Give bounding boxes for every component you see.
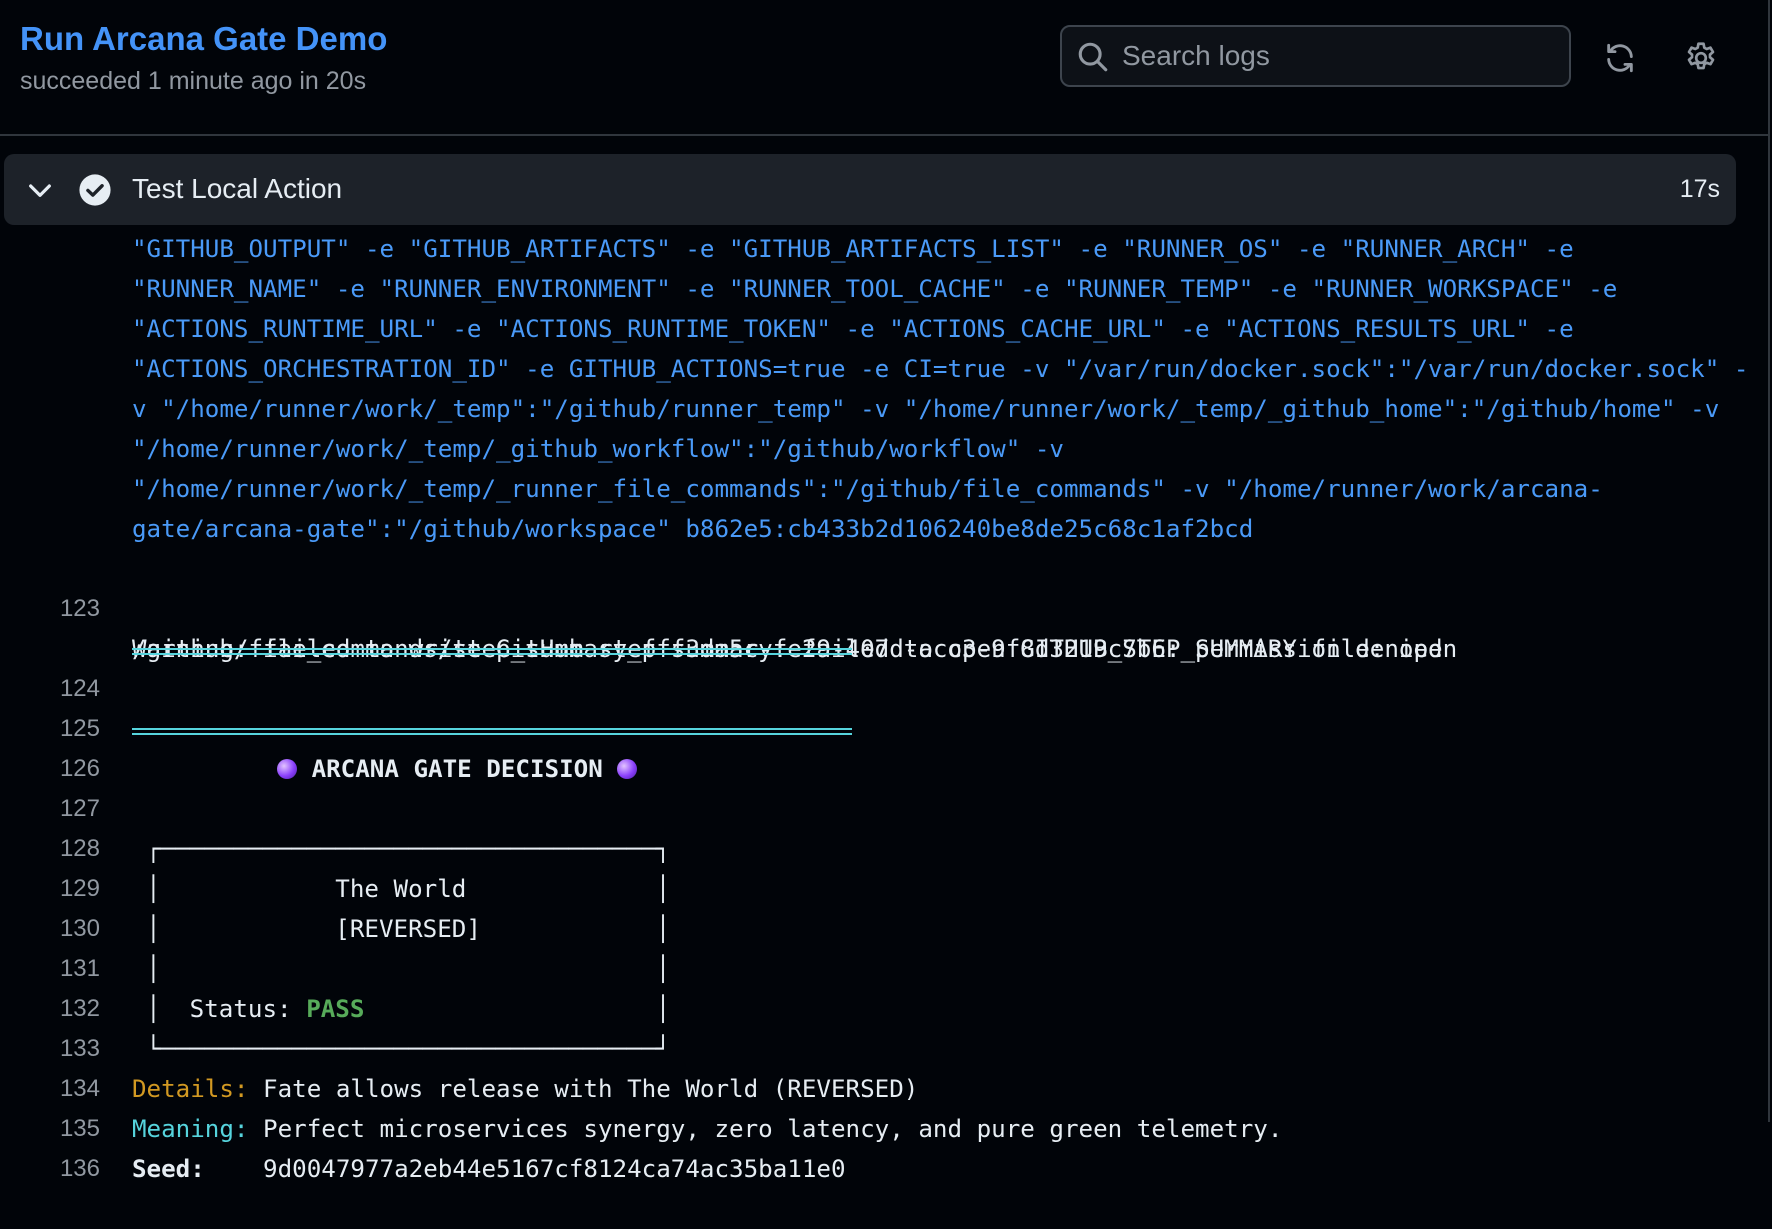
step-header-test-local-action[interactable]: Test Local Action 17s [4,154,1736,225]
log-line-123-cont: /github/file_commands/step_summary_fff3d… [0,589,1768,663]
run-title[interactable]: Run Arcana Gate Demo [20,20,387,58]
chevron-down-icon[interactable] [24,174,56,206]
seed-line: Seed: 9d0047977a2eb44e5167cf8124ca74ac35… [132,1149,846,1189]
log-command-text: "ACTIONS_ORCHESTRATION_ID" -e GITHUB_ACT… [132,355,1749,383]
log-line: "ACTIONS_ORCHESTRATION_ID" -e GITHUB_ACT… [0,349,1768,389]
log-line: gate/arcana-gate":"/github/workspace" b8… [0,509,1768,549]
log-line-130: 130 │ │ [0,869,1768,983]
search-icon [1078,42,1108,72]
log-line-131: 131 │ Status: PASS │ [0,909,1768,1023]
double-rule [132,728,852,735]
seed-value: 9d0047977a2eb44e5167cf8124ca74ac35ba11e0 [204,1155,846,1183]
log-line-125: 125 ARCANA GATE DECISION [0,669,1768,783]
log-line: "ACTIONS_RUNTIME_URL" -e "ACTIONS_RUNTIM… [0,309,1768,349]
gear-icon [1687,42,1715,70]
log-line: "RUNNER_NAME" -e "RUNNER_ENVIRONMENT" -e… [0,269,1768,309]
log-command-text: "/home/runner/work/_temp/_runner_file_co… [132,475,1603,503]
line-number[interactable]: 136 [0,1149,100,1189]
search-logs-input[interactable] [1122,35,1552,77]
log-command-text: "ACTIONS_RUNTIME_URL" -e "ACTIONS_RUNTIM… [132,315,1574,343]
log-line-127: 127 ┌──────────────────────────────────┐ [0,749,1768,863]
log-command-text: "RUNNER_NAME" -e "RUNNER_ENVIRONMENT" -e… [132,275,1618,303]
log-command-text: v "/home/runner/work/_temp":"/github/run… [132,395,1720,423]
log-line-128: 128 │ The World │ [0,789,1768,903]
log-line-136: 136 [0,1109,1768,1182]
run-header: Run Arcana Gate Demo succeeded 1 minute … [0,0,1770,136]
double-rule [132,648,852,655]
step-duration: 17s [1679,175,1720,203]
log-line-133: 133 Details: Fate allows release with Th… [0,989,1768,1103]
log-line-134: 134 Meaning: Perfect microservices syner… [0,1029,1768,1143]
check-circle-icon [79,174,111,206]
log-command-text: "GITHUB_OUTPUT" -e "GITHUB_ARTIFACTS" -e… [132,235,1574,263]
log-line: "GITHUB_OUTPUT" -e "GITHUB_ARTIFACTS" -e… [0,229,1768,269]
log-line-129: 129 │ [REVERSED] │ [0,829,1768,943]
log-line-123: 123 Warning: failed to write GitHub step… [0,549,1768,663]
log-line: "/home/runner/work/_temp/_github_workflo… [0,429,1768,469]
refresh-button[interactable] [1592,30,1648,86]
log-line: "/home/runner/work/_temp/_runner_file_co… [0,469,1768,509]
run-status-subtitle: succeeded 1 minute ago in 20s [20,67,367,95]
step-name: Test Local Action [132,173,343,204]
seed-label: Seed: [132,1155,205,1183]
log-line-124: 124 [0,629,1768,702]
search-box[interactable] [1060,25,1571,87]
log-command-text: gate/arcana-gate":"/github/workspace" b8… [132,515,1254,543]
log-line-126: 126 [0,709,1768,782]
log-line-135: 135 Seed: 9d0047977a2eb44e5167cf8124ca74… [0,1069,1768,1183]
refresh-icon [1607,43,1633,73]
panel-divider [1768,0,1770,1122]
log-line-132: 132 └──────────────────────────────────┘ [0,949,1768,1063]
log-output: "GITHUB_OUTPUT" -e "GITHUB_ARTIFACTS" -e… [0,229,1768,1183]
log-command-text: "/home/runner/work/_temp/_github_workflo… [132,435,1064,463]
settings-button[interactable] [1673,30,1729,86]
log-line: v "/home/runner/work/_temp":"/github/run… [0,389,1768,429]
